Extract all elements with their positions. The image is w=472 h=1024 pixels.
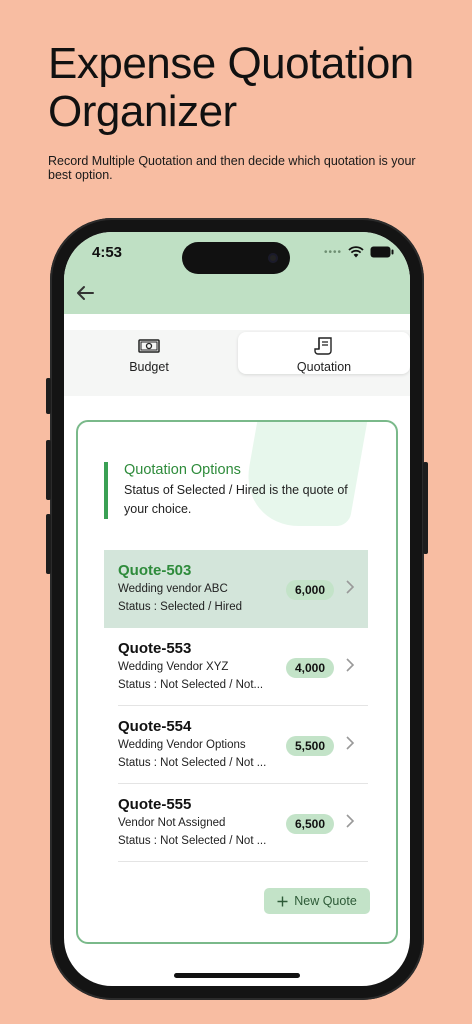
chevron-right-icon <box>346 736 355 750</box>
tab-budget-label: Budget <box>129 360 169 374</box>
home-indicator <box>174 973 300 978</box>
quote-status: Status : Not Selected / Not ... <box>118 835 267 847</box>
promo-subtitle: Record Multiple Quotation and then decid… <box>48 154 416 182</box>
promo-title-line1: Expense Quotation <box>48 39 414 88</box>
phone-frame: 4:53 •••• Budget Quotation Quotation Opt… <box>46 218 428 1000</box>
plus-icon <box>277 896 288 906</box>
receipt-icon <box>314 336 334 356</box>
back-arrow-icon[interactable] <box>74 282 96 304</box>
quote-id: Quote-503 <box>118 562 192 579</box>
quote-amount-badge: 6,000 <box>285 580 334 600</box>
tab-budget[interactable]: Budget <box>64 332 234 374</box>
camera-icon <box>268 253 278 263</box>
quote-row[interactable]: Quote-555 Vendor Not Assigned Status : N… <box>104 784 368 862</box>
quotation-card: Quotation Options Status of Selected / H… <box>76 420 398 944</box>
tab-bar: Budget Quotation <box>64 330 410 396</box>
promo-title: Expense Quotation Organizer <box>48 40 414 136</box>
quote-row[interactable]: Quote-554 Wedding Vendor Options Status … <box>104 706 368 784</box>
quote-id: Quote-553 <box>118 640 192 657</box>
quote-status: Status : Selected / Hired <box>118 601 243 613</box>
app-header: 4:53 •••• <box>64 232 410 314</box>
row-divider <box>118 861 368 862</box>
chevron-right-icon <box>346 814 355 828</box>
tab-quotation[interactable]: Quotation <box>238 332 410 374</box>
money-icon <box>138 336 160 356</box>
tab-quotation-label: Quotation <box>296 360 352 374</box>
quote-id: Quote-555 <box>118 796 192 813</box>
wifi-icon <box>348 246 364 258</box>
battery-icon <box>370 246 394 258</box>
info-description: Status of Selected / Hired is the quote … <box>124 483 348 516</box>
quote-status: Status : Not Selected / Not... <box>118 679 264 691</box>
mute-switch <box>46 378 51 414</box>
quote-amount-badge: 5,500 <box>285 736 334 756</box>
chevron-right-icon <box>346 658 355 672</box>
dynamic-island <box>182 242 290 274</box>
promo-title-line2: Organizer <box>48 87 237 136</box>
volume-up-button <box>46 440 51 500</box>
status-icons: •••• <box>324 246 394 258</box>
app-screen: 4:53 •••• Budget Quotation Quotation Opt… <box>64 232 410 986</box>
quote-row[interactable]: Quote-503 Wedding vendor ABC Status : Se… <box>104 550 368 628</box>
info-title: Quotation Options <box>124 462 241 478</box>
quote-amount-badge: 4,000 <box>285 658 334 678</box>
new-quote-label: New Quote <box>294 894 357 908</box>
status-time: 4:53 <box>92 244 123 261</box>
quote-amount-badge: 6,500 <box>285 814 334 834</box>
chevron-right-icon <box>346 580 355 594</box>
quote-list: Quote-503 Wedding vendor ABC Status : Se… <box>104 550 368 862</box>
signal-icon: •••• <box>323 246 342 258</box>
quote-status: Status : Not Selected / Not ... <box>118 757 267 769</box>
new-quote-button[interactable]: New Quote <box>264 888 370 914</box>
volume-down-button <box>46 514 51 574</box>
power-button <box>423 462 428 554</box>
quotation-info: Quotation Options Status of Selected / H… <box>104 462 354 519</box>
quote-row[interactable]: Quote-553 Wedding Vendor XYZ Status : No… <box>104 628 368 706</box>
quote-id: Quote-554 <box>118 718 192 735</box>
